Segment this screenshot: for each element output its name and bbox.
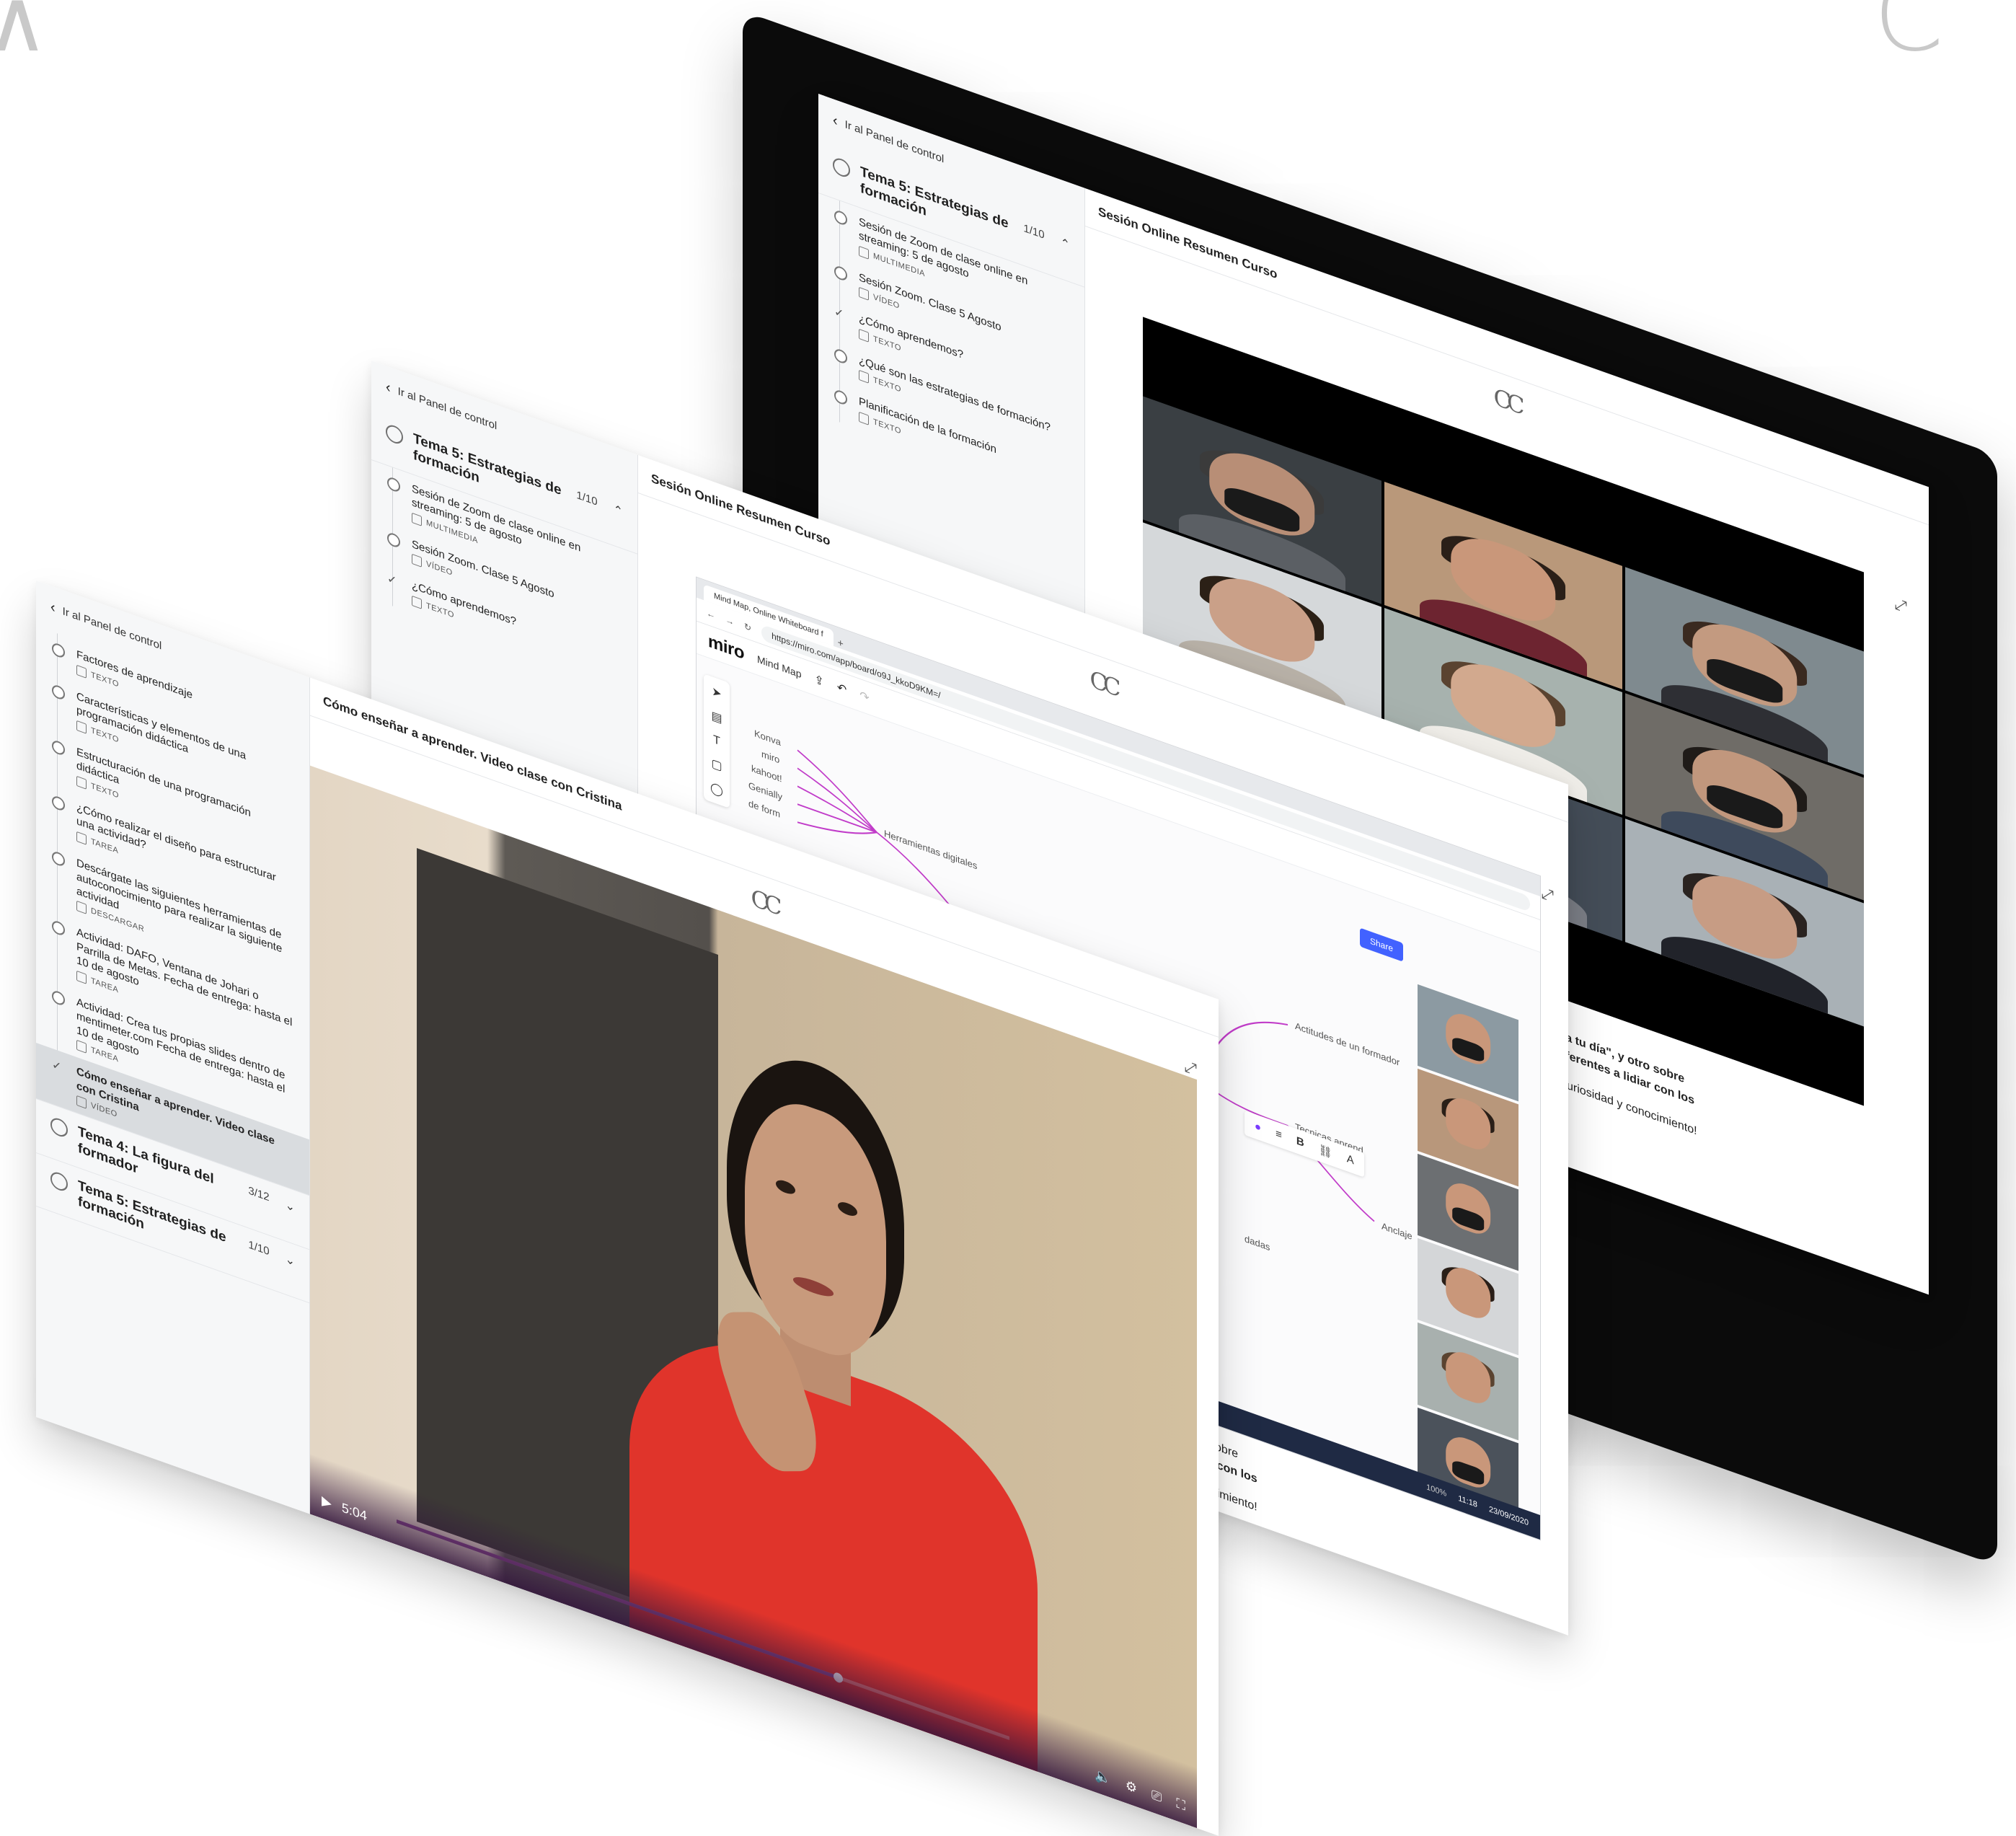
- text-icon: [859, 369, 869, 384]
- text-icon: [412, 595, 422, 609]
- brand-logo: CC: [1089, 664, 1117, 702]
- lesson-status-icon: [387, 475, 400, 493]
- taskbar-clock: 11:18: [1458, 1493, 1477, 1510]
- lesson-status-icon: [834, 208, 847, 226]
- zoom-level[interactable]: 100%: [1426, 1483, 1446, 1499]
- decorative-mark-left: ∧: [0, 0, 49, 71]
- expand-icon[interactable]: ⤢: [1541, 883, 1554, 906]
- chevron-left-icon: ‹: [386, 379, 391, 397]
- multimedia-icon: [412, 512, 422, 526]
- topic-count: 1/10: [248, 1237, 270, 1258]
- link-icon[interactable]: ⛓: [1319, 1142, 1332, 1160]
- progress-circle-icon: [50, 1169, 68, 1193]
- gear-icon[interactable]: ⚙: [1126, 1778, 1137, 1797]
- color-icon[interactable]: ●: [1255, 1120, 1261, 1135]
- decorative-mark-right: C: [1873, 0, 1944, 74]
- zoom-participant-strip: [1418, 984, 1518, 1525]
- font-color-icon[interactable]: A: [1347, 1152, 1354, 1168]
- progress-circle-icon: [386, 423, 403, 446]
- chevron-left-icon: ‹: [833, 112, 838, 130]
- chevron-down-icon: ⌄: [285, 1199, 295, 1215]
- multimedia-icon: [859, 245, 869, 260]
- topic-count: 3/12: [248, 1184, 270, 1204]
- text-icon: [859, 411, 869, 425]
- fullscreen-icon[interactable]: ⛶: [1176, 1796, 1185, 1814]
- lesson-status-icon: [52, 683, 65, 701]
- lesson-status-icon: [387, 531, 400, 549]
- text-icon: [859, 328, 869, 343]
- chevron-up-icon: ⌃: [1060, 236, 1070, 252]
- lesson-status-icon: [52, 849, 65, 868]
- play-icon[interactable]: ▶: [322, 1493, 332, 1511]
- download-icon: [76, 900, 87, 914]
- lesson-status-icon: [834, 264, 847, 282]
- brand-logo: CC: [751, 883, 778, 921]
- lesson-status-icon: [52, 989, 65, 1007]
- topic-count: 1/10: [1023, 221, 1045, 242]
- brand-logo: CC: [1493, 382, 1521, 420]
- cast-icon[interactable]: ⎚: [1151, 1787, 1162, 1806]
- progress-circle-icon: [50, 1116, 68, 1139]
- align-icon[interactable]: ≡: [1276, 1127, 1282, 1142]
- text-icon: [76, 664, 87, 679]
- text-icon: [76, 720, 87, 734]
- lesson-status-icon: [52, 641, 65, 660]
- chevron-down-icon: ⌄: [285, 1252, 295, 1268]
- course-sidebar: ‹ Ir al Panel de control Factores de apr…: [36, 581, 310, 1514]
- chevron-up-icon: ⌃: [613, 503, 623, 519]
- task-icon: [76, 1039, 87, 1054]
- video-icon: [76, 1095, 87, 1109]
- video-icon: [412, 553, 422, 568]
- text-icon: [76, 775, 87, 790]
- check-icon: ✓: [834, 305, 844, 322]
- taskbar-date: 23/09/2020: [1488, 1504, 1529, 1528]
- lesson-status-icon: [52, 794, 65, 812]
- lesson-status-icon: [834, 347, 847, 365]
- video-time: 5:04: [341, 1500, 367, 1524]
- topic-count: 1/10: [576, 488, 598, 509]
- expand-icon[interactable]: ⤢: [1894, 593, 1907, 617]
- task-icon: [76, 831, 87, 845]
- task-icon: [76, 970, 87, 984]
- progress-circle-icon: [833, 156, 850, 180]
- check-icon: ✓: [52, 1058, 62, 1074]
- video-icon: [859, 286, 869, 301]
- chevron-left-icon: ‹: [50, 599, 56, 617]
- lesson-status-icon: [52, 919, 65, 937]
- lesson-status-icon: [834, 388, 847, 407]
- volume-icon[interactable]: 🔈: [1095, 1767, 1110, 1788]
- check-icon: ✓: [387, 572, 397, 588]
- bold-icon[interactable]: B: [1296, 1134, 1304, 1150]
- lesson-status-icon: [52, 738, 65, 756]
